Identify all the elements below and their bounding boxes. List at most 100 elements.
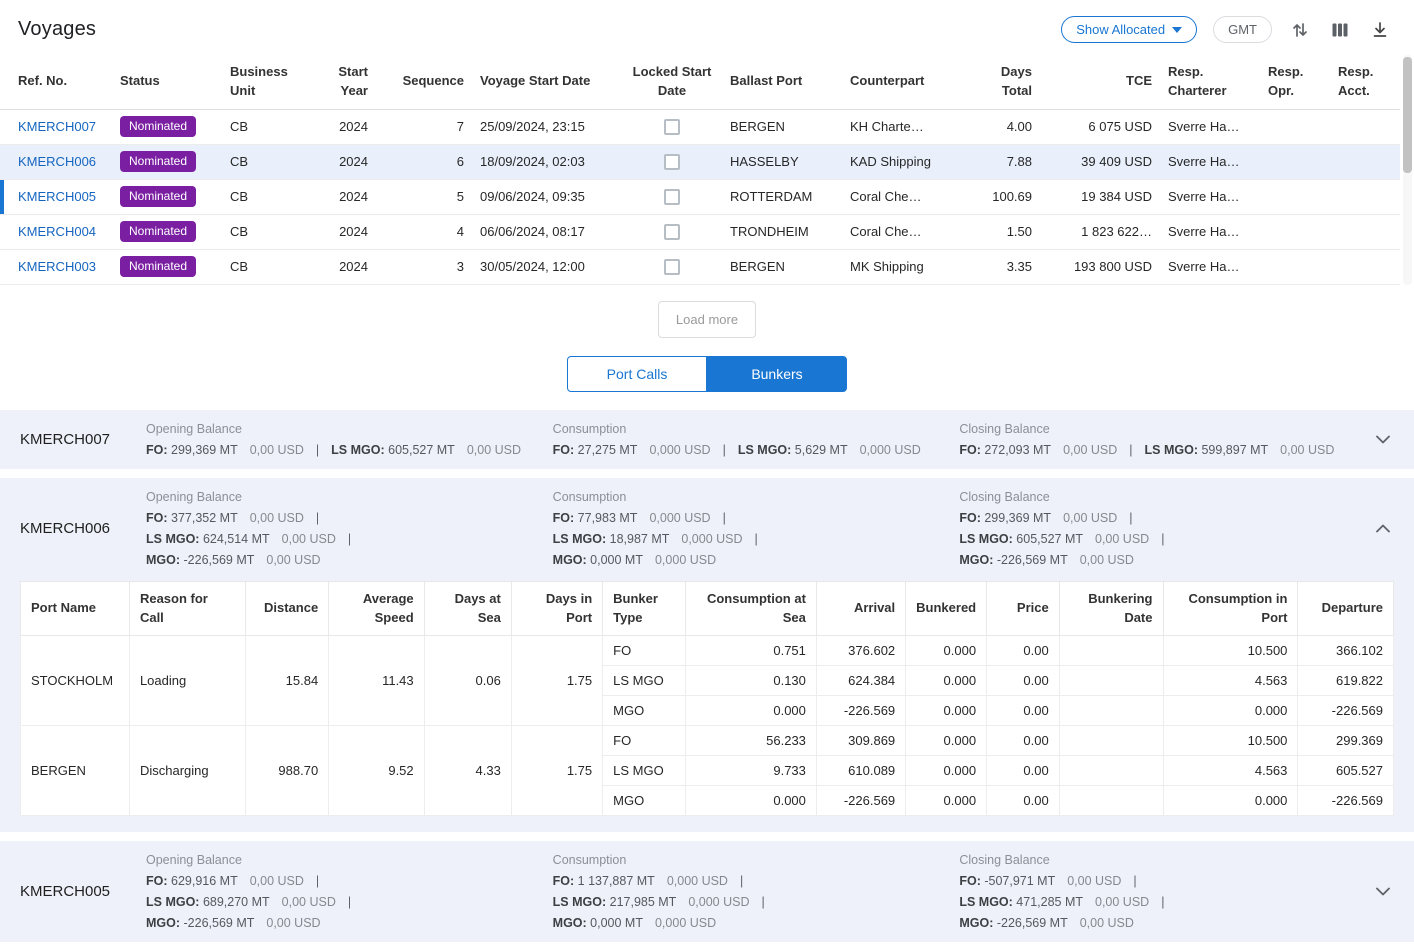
bunker-section-header[interactable]: KMERCH007Opening BalanceFO: 299,369 MT0,…	[0, 410, 1414, 469]
locked-start-date-cell	[622, 214, 722, 249]
usd-value: 0,00 USD	[250, 874, 304, 888]
counterpart-cell: MK Shipping	[842, 249, 974, 284]
separator: |	[723, 511, 726, 525]
bunker-section-header[interactable]: KMERCH006Opening BalanceFO: 377,352 MT0,…	[0, 478, 1414, 579]
bunker-section-header[interactable]: KMERCH005Opening BalanceFO: 629,916 MT0,…	[0, 841, 1414, 942]
port-col-header: Departure	[1298, 581, 1394, 636]
port-col-header: Port Name	[21, 581, 130, 636]
separator: |	[316, 511, 319, 525]
voyage-row[interactable]: KMERCH006NominatedCB2024618/09/2024, 02:…	[0, 144, 1400, 179]
opening-balance: Opening Balance FO: 299,369 MT0,00 USD|LS…	[146, 422, 539, 457]
voyage-row[interactable]: KMERCH003NominatedCB2024330/05/2024, 12:…	[0, 249, 1400, 284]
days-total-cell: 1.50	[974, 214, 1040, 249]
balance-title: Closing Balance	[959, 490, 1338, 504]
voyage-ref-link[interactable]: KMERCH003	[18, 259, 96, 274]
voyage-ref-link[interactable]: KMERCH006	[18, 154, 96, 169]
voyages-col-header: Days Total	[974, 55, 1040, 109]
bunker-section: KMERCH006Opening BalanceFO: 377,352 MT0,…	[0, 478, 1414, 833]
usd-value: 0,00 USD	[1280, 443, 1334, 457]
voyages-col-header: Start Year	[314, 55, 376, 109]
status-cell: Nominated	[112, 249, 222, 284]
bunker-type-cell: MGO	[603, 786, 686, 816]
resp-opr-cell	[1260, 144, 1330, 179]
usd-value: 0,000 USD	[688, 895, 749, 909]
tce-cell: 1 823 622…	[1040, 214, 1160, 249]
fuel-balance-item: LS MGO: 217,985 MT0,000 USD|	[553, 895, 777, 909]
voyage-row[interactable]: KMERCH004NominatedCB2024406/06/2024, 08:…	[0, 214, 1400, 249]
tab-bunkers[interactable]: Bunkers	[707, 356, 847, 392]
fuel-balance-item: FO: 299,369 MT0,00 USD|	[146, 443, 331, 457]
business-unit-cell: CB	[222, 109, 314, 144]
days-total-cell: 100.69	[974, 179, 1040, 214]
table-scrollbar[interactable]	[1403, 55, 1412, 285]
bunker-sections: KMERCH007Opening BalanceFO: 299,369 MT0,…	[0, 410, 1414, 943]
columns-icon[interactable]	[1328, 18, 1352, 42]
voyage-ref-link[interactable]: KMERCH004	[18, 224, 96, 239]
timezone-button[interactable]: GMT	[1213, 16, 1272, 43]
port-name-cell: STOCKHOLM	[21, 636, 130, 726]
locked-start-date-checkbox[interactable]	[664, 259, 680, 275]
balance-title: Opening Balance	[146, 422, 525, 436]
locked-start-date-checkbox[interactable]	[664, 154, 680, 170]
bunkered-cell: 0.000	[906, 786, 987, 816]
usd-value: 0,00 USD	[1095, 895, 1149, 909]
voyage-row[interactable]: KMERCH005NominatedCB2024509/06/2024, 09:…	[0, 179, 1400, 214]
consumption-at-sea-cell: 0.000	[686, 786, 817, 816]
fuel-balance-item: FO: 299,369 MT0,00 USD|	[959, 511, 1144, 525]
voyage-start-date-cell: 25/09/2024, 23:15	[472, 109, 622, 144]
separator: |	[348, 532, 351, 546]
tce-cell: 193 800 USD	[1040, 249, 1160, 284]
fuel-balance-item: LS MGO: 605,527 MT0,00 USD	[331, 443, 521, 457]
separator: |	[723, 443, 726, 457]
balance-line: FO: 272,093 MT0,00 USD|LS MGO: 599,897 M…	[959, 443, 1338, 457]
tab-port-calls[interactable]: Port Calls	[567, 356, 707, 392]
voyages-col-header: Ballast Port	[722, 55, 842, 109]
departure-cell: 619.822	[1298, 666, 1394, 696]
locked-start-date-checkbox[interactable]	[664, 224, 680, 240]
chevron-up-icon[interactable]	[1366, 514, 1400, 542]
business-unit-cell: CB	[222, 179, 314, 214]
bunkered-cell: 0.000	[906, 666, 987, 696]
consumption-in-port-cell: 4.563	[1163, 756, 1298, 786]
fuel-balance-item: MGO: -226,569 MT0,00 USD	[146, 916, 321, 930]
usd-value: 0,000 USD	[649, 443, 710, 457]
usd-value: 0,00 USD	[1095, 532, 1149, 546]
usd-value: 0,00 USD	[266, 553, 320, 567]
sort-icon[interactable]	[1288, 18, 1312, 42]
port-col-header: Bunkering Date	[1059, 581, 1163, 636]
opening-balance: Opening BalanceFO: 377,352 MT0,00 USD|LS…	[146, 490, 539, 567]
voyage-row[interactable]: KMERCH007NominatedCB2024725/09/2024, 23:…	[0, 109, 1400, 144]
fuel-balance-item: LS MGO: 624,514 MT0,00 USD|	[146, 532, 363, 546]
arrival-cell: 610.089	[816, 756, 905, 786]
ballast-port-cell: TRONDHEIM	[722, 214, 842, 249]
show-allocated-dropdown[interactable]: Show Allocated	[1061, 16, 1197, 43]
download-icon[interactable]	[1368, 18, 1392, 42]
port-col-header: Days at Sea	[424, 581, 511, 636]
separator: |	[316, 874, 319, 888]
business-unit-cell: CB	[222, 249, 314, 284]
voyages-header: Voyages Show Allocated GMT	[0, 0, 1414, 55]
locked-start-date-checkbox[interactable]	[664, 119, 680, 135]
consumption-at-sea-cell: 0.000	[686, 696, 817, 726]
voyage-ref-link[interactable]: KMERCH007	[18, 119, 96, 134]
chevron-down-icon[interactable]	[1366, 878, 1400, 906]
chevron-down-icon	[1172, 27, 1182, 33]
locked-start-date-checkbox[interactable]	[664, 189, 680, 205]
usd-value: 0,000 USD	[649, 511, 710, 525]
chevron-down-icon[interactable]	[1366, 425, 1400, 453]
voyages-col-header: Locked Start Date	[622, 55, 722, 109]
port-col-header: Distance	[246, 581, 329, 636]
voyage-ref-link[interactable]: KMERCH005	[18, 189, 96, 204]
start-year-cell: 2024	[314, 214, 376, 249]
load-more-button[interactable]: Load more	[658, 301, 756, 338]
separator: |	[1161, 895, 1164, 909]
scrollbar-thumb[interactable]	[1403, 57, 1412, 173]
status-badge: Nominated	[120, 116, 196, 138]
bunker-section-ref: KMERCH006	[20, 520, 132, 537]
resp-opr-cell	[1260, 109, 1330, 144]
usd-value: 0,000 USD	[681, 532, 742, 546]
resp-acct-cell	[1330, 144, 1400, 179]
consumption-balance: ConsumptionFO: 27,275 MT0,000 USD|LS MGO…	[553, 422, 946, 457]
counterpart-cell: Coral Che…	[842, 214, 974, 249]
balance-title: Closing Balance	[959, 422, 1338, 436]
